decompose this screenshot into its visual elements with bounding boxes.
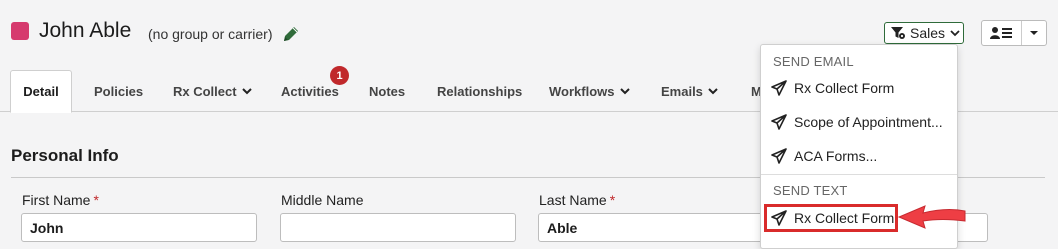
section-title: Personal Info xyxy=(11,146,119,165)
annotation-arrow-icon xyxy=(897,205,966,229)
chevron-down-icon xyxy=(241,88,252,95)
send-text-header: SEND TEXT xyxy=(773,183,848,198)
sales-label: Sales xyxy=(910,25,946,41)
tab-relationships[interactable]: Relationships xyxy=(437,70,522,112)
contact-name: John Able xyxy=(39,19,132,42)
tab-detail[interactable]: Detail xyxy=(10,70,72,113)
chevron-down-icon xyxy=(708,88,718,95)
first-name-label: First Name * xyxy=(22,192,99,208)
tab-policies[interactable]: Policies xyxy=(94,70,143,112)
user-list-icon xyxy=(989,27,1012,39)
send-email-header: SEND EMAIL xyxy=(773,54,854,69)
contact-color-swatch xyxy=(11,22,29,40)
last-name-label: Last Name * xyxy=(539,192,615,208)
menu-item-email-rx-collect-form[interactable]: Rx Collect Form xyxy=(771,76,894,100)
first-name-label-text: First Name xyxy=(22,192,91,208)
caret-down-icon xyxy=(1030,31,1038,35)
paper-plane-icon xyxy=(771,80,787,96)
tab-emails[interactable]: Emails xyxy=(661,70,719,112)
chevron-down-icon xyxy=(950,30,960,37)
tab-label: Emails xyxy=(661,83,703,99)
tab-rx-collect[interactable]: Rx Collect xyxy=(173,70,253,112)
required-marker: * xyxy=(609,192,616,208)
paper-plane-icon xyxy=(771,114,787,130)
tab-label: Policies xyxy=(94,83,144,99)
sales-dropdown-button[interactable]: Sales xyxy=(884,22,964,44)
tab-label: Activities xyxy=(281,83,339,99)
tab-label: Relationships xyxy=(437,83,523,99)
filter-gear-icon xyxy=(891,27,905,39)
last-name-field[interactable] xyxy=(538,213,774,242)
user-list-button[interactable] xyxy=(982,21,1022,45)
tab-workflows[interactable]: Workflows xyxy=(549,70,631,112)
required-marker: * xyxy=(93,192,99,208)
paper-plane-icon xyxy=(771,148,787,164)
tab-notes[interactable]: Notes xyxy=(369,70,405,112)
activities-count-badge: 1 xyxy=(330,66,349,85)
chevron-down-icon xyxy=(619,88,630,95)
contact-group-carrier: (no group or carrier) xyxy=(148,26,273,42)
tab-label: Notes xyxy=(369,83,406,99)
last-name-label-text: Last Name xyxy=(539,192,607,208)
menu-item-aca-forms[interactable]: ACA Forms... xyxy=(771,144,877,168)
user-menu-button[interactable] xyxy=(981,20,1047,46)
annotation-highlight-box xyxy=(764,204,898,232)
tab-label: Rx Collect xyxy=(173,83,237,99)
middle-name-label: Middle Name xyxy=(281,192,364,208)
tab-label: Workflows xyxy=(549,83,615,99)
tab-label: Detail xyxy=(23,84,59,99)
user-menu-caret[interactable] xyxy=(1022,21,1046,45)
menu-item-label: Rx Collect Form xyxy=(794,80,895,96)
pencil-icon[interactable] xyxy=(281,24,301,44)
menu-item-label: Scope of Appointment... xyxy=(794,114,943,130)
first-name-field[interactable] xyxy=(21,213,257,242)
middle-name-field[interactable] xyxy=(280,213,516,242)
menu-divider xyxy=(761,174,957,175)
menu-item-label: ACA Forms... xyxy=(794,148,878,164)
menu-item-scope-of-appointment[interactable]: Scope of Appointment... xyxy=(771,110,943,134)
